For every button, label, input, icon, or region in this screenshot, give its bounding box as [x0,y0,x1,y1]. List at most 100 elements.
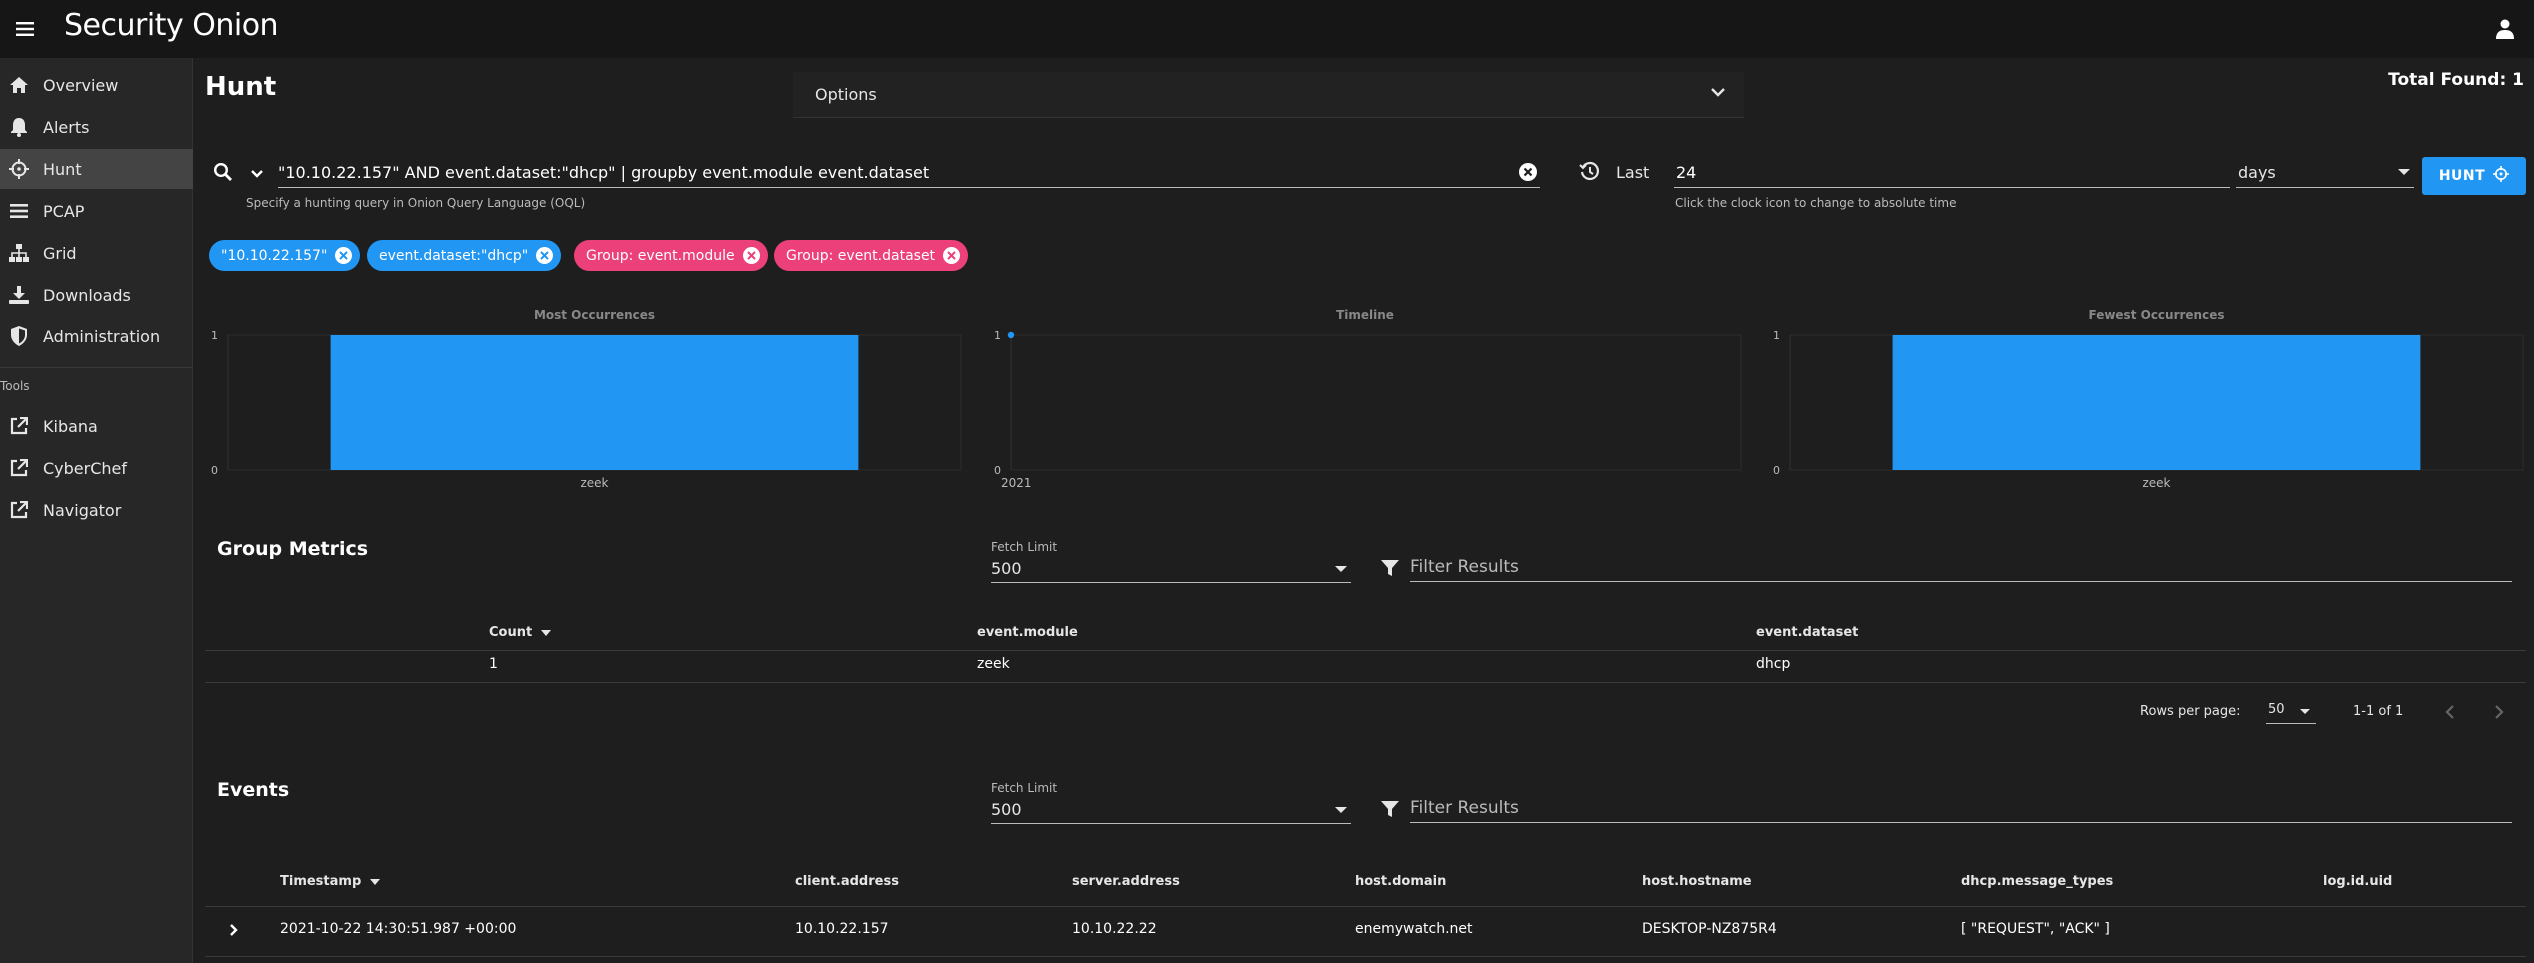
group-metrics-title: Group Metrics [217,538,369,560]
sort-down-icon [540,629,551,636]
sort-down-icon [369,878,380,885]
filter-icon [1380,799,1400,819]
sidebar-item-downloads[interactable]: Downloads [0,275,193,315]
filter-chip[interactable]: "10.10.22.157" [209,240,361,271]
sidebar-divider [0,367,193,368]
y-tick-label: 1 [211,329,218,342]
chart-timeline[interactable]: 0 1 2021 [985,320,1745,495]
y-tick-label: 1 [1773,329,1780,342]
table-cell[interactable]: zeek [977,656,1010,672]
filter-chip[interactable]: event.dataset:"dhcp" [367,240,562,271]
table-cell[interactable]: dhcp [1756,656,1790,672]
external-link-icon [8,457,30,479]
download-icon [8,284,30,306]
options-label: Options [815,85,877,104]
query-input[interactable] [278,158,1540,188]
group-chip[interactable]: Group: event.dataset [774,240,969,271]
table-cell[interactable]: [ "REQUEST", "ACK" ] [1961,921,2110,937]
sidebar-item-administration[interactable]: Administration [0,316,193,356]
chip-close-icon[interactable] [742,247,760,264]
events-title: Events [217,779,290,801]
chip-label: Group: event.dataset [786,247,936,264]
sidebar-item-hunt[interactable]: Hunt [0,149,193,189]
sitemap-icon [8,242,30,264]
crosshairs-icon [8,158,30,180]
chip-close-icon[interactable] [335,247,353,264]
column-header-event-module[interactable]: event.module [977,625,1078,640]
chip-label: event.dataset:"dhcp" [379,247,529,264]
user-icon[interactable] [2490,14,2520,44]
relative-time-input[interactable] [1674,158,2230,188]
table-cell[interactable]: enemywatch.net [1355,921,1473,937]
top-bar: Security Onion [0,0,2534,58]
clear-icon[interactable] [1518,162,1540,184]
chip-close-icon[interactable] [943,247,961,264]
table-cell[interactable]: 10.10.22.157 [795,921,889,937]
search-icon[interactable] [213,162,235,184]
column-header-count[interactable]: Count [489,625,551,640]
column-header-event-dataset[interactable]: event.dataset [1756,625,1858,640]
sidebar-item-label: Downloads [43,285,131,305]
table-cell[interactable]: 2021-10-22 14:30:51.987 +00:00 [280,921,516,937]
query-hint: Specify a hunting query in Onion Query L… [246,196,586,210]
hunt-button[interactable]: HUNT [2422,157,2526,195]
pagination-range: 1-1 of 1 [2353,704,2404,719]
sidebar-item-cyberchef[interactable]: CyberChef [0,448,193,488]
column-header-dhcp-message-types[interactable]: dhcp.message_types [1961,874,2113,889]
sidebar-item-navigator[interactable]: Navigator [0,490,193,530]
column-header-client-address[interactable]: client.address [795,874,899,889]
chart-most-occurrences[interactable]: 0 1 zeek [205,320,975,495]
table-cell[interactable]: 10.10.22.22 [1072,921,1157,937]
rows-per-page-select[interactable]: 50 [2266,698,2316,724]
column-header-host-domain[interactable]: host.domain [1355,874,1446,889]
fetch-limit-select[interactable]: 500 [991,794,1351,824]
table-cell[interactable]: DESKTOP-NZ875R4 [1642,921,1777,937]
sidebar-item-label: Grid [43,243,77,263]
sidebar-item-label: Alerts [43,117,90,137]
column-header-log-id-uid[interactable]: log.id.uid [2323,874,2392,889]
logo[interactable]: Security Onion [64,8,279,43]
chip-label: "10.10.22.157" [221,247,328,264]
sidebar-item-label: Hunt [43,159,82,179]
sidebar-item-pcap[interactable]: PCAP [0,191,193,231]
x-tick-label: zeek [580,476,608,490]
y-tick-label: 0 [1773,464,1780,477]
sidebar-item-grid[interactable]: Grid [0,233,193,273]
chip-label: Group: event.module [586,247,735,264]
sidebar-item-kibana[interactable]: Kibana [0,406,193,446]
page-title: Hunt [205,72,277,102]
y-tick-label: 0 [994,464,1001,477]
column-header-server-address[interactable]: server.address [1072,874,1180,889]
fetch-limit-label: Fetch Limit [991,540,1058,554]
chevron-down-icon[interactable] [1710,84,1726,104]
tools-heading: Tools [0,379,30,393]
sidebar-item-alerts[interactable]: Alerts [0,107,193,147]
total-found: Total Found: 1 [2388,70,2524,90]
options-panel[interactable]: Options [793,72,1744,118]
fetch-limit-select[interactable]: 500 [991,553,1351,583]
time-unit-select[interactable]: days [2236,158,2414,188]
events-filter-input[interactable] [1410,793,2512,823]
sidebar-item-label: CyberChef [43,458,128,478]
sidebar-item-label: Overview [43,75,119,95]
expand-row-icon[interactable] [229,923,239,941]
external-link-icon [8,415,30,437]
chart-fewest-occurrences[interactable]: 0 1 zeek [1765,320,2534,495]
chip-close-icon[interactable] [536,247,554,264]
hamburger-menu-icon[interactable] [10,14,40,44]
clock-history-icon[interactable] [1579,161,1603,185]
sidebar-item-label: Kibana [43,416,98,436]
fetch-limit-value: 500 [991,800,1022,819]
sidebar-item-label: Navigator [43,500,122,520]
table-cell[interactable]: 1 [489,656,498,672]
sidebar-item-overview[interactable]: Overview [0,65,193,105]
previous-page-icon[interactable] [2438,700,2462,724]
group-chip[interactable]: Group: event.module [574,240,768,271]
chevron-down-icon[interactable] [249,166,269,186]
next-page-icon[interactable] [2487,700,2511,724]
fetch-limit-label: Fetch Limit [991,781,1058,795]
group-filter-input[interactable] [1410,552,2512,582]
x-tick-label: 2021 [1001,476,1032,490]
column-header-timestamp[interactable]: Timestamp [280,874,380,889]
column-header-host-hostname[interactable]: host.hostname [1642,874,1752,889]
